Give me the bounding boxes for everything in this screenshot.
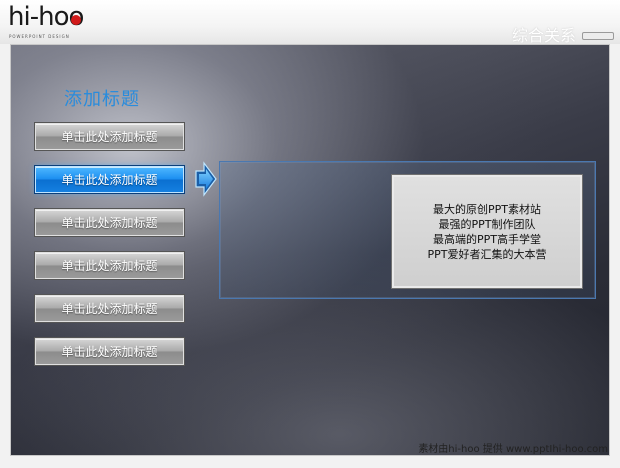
logo: hi-hoo POWERPOINT DESIGN <box>8 2 108 39</box>
footer-credit: 素材由hi-hoo 提供 www.pptIhi-hoo.com <box>418 444 608 455</box>
logo-dot-icon <box>71 15 81 25</box>
menu-button-1[interactable]: 单击此处添加标题 <box>35 123 184 150</box>
arrow-right-icon <box>195 161 217 197</box>
menu-button-3[interactable]: 单击此处添加标题 <box>35 209 184 236</box>
section-title: 添加标题 <box>64 89 140 110</box>
logo-subtitle: POWERPOINT DESIGN <box>9 34 70 39</box>
header-bar: hi-hoo POWERPOINT DESIGN 综合关系 <box>0 0 620 45</box>
text-line: 最高端的PPT高手学堂 <box>433 232 541 246</box>
minimize-button[interactable] <box>582 32 614 40</box>
text-line: PPT爱好者汇集的大本营 <box>427 247 547 261</box>
menu-button-5[interactable]: 单击此处添加标题 <box>35 295 184 322</box>
slide-canvas: 添加标题 单击此处添加标题 单击此处添加标题 单击此处添加标题 单击此处添加标题… <box>10 44 610 456</box>
slide-title: 综合关系 <box>511 26 576 45</box>
menu-button-4[interactable]: 单击此处添加标题 <box>35 252 184 279</box>
menu-button-6[interactable]: 单击此处添加标题 <box>35 338 184 365</box>
text-line: 最大的原创PPT素材站 <box>433 202 541 216</box>
menu-button-2[interactable]: 单击此处添加标题 <box>35 166 184 193</box>
text-box: 最大的原创PPT素材站 最强的PPT制作团队 最高端的PPT高手学堂 PPT爱好… <box>392 175 582 288</box>
text-line: 最强的PPT制作团队 <box>438 217 536 231</box>
